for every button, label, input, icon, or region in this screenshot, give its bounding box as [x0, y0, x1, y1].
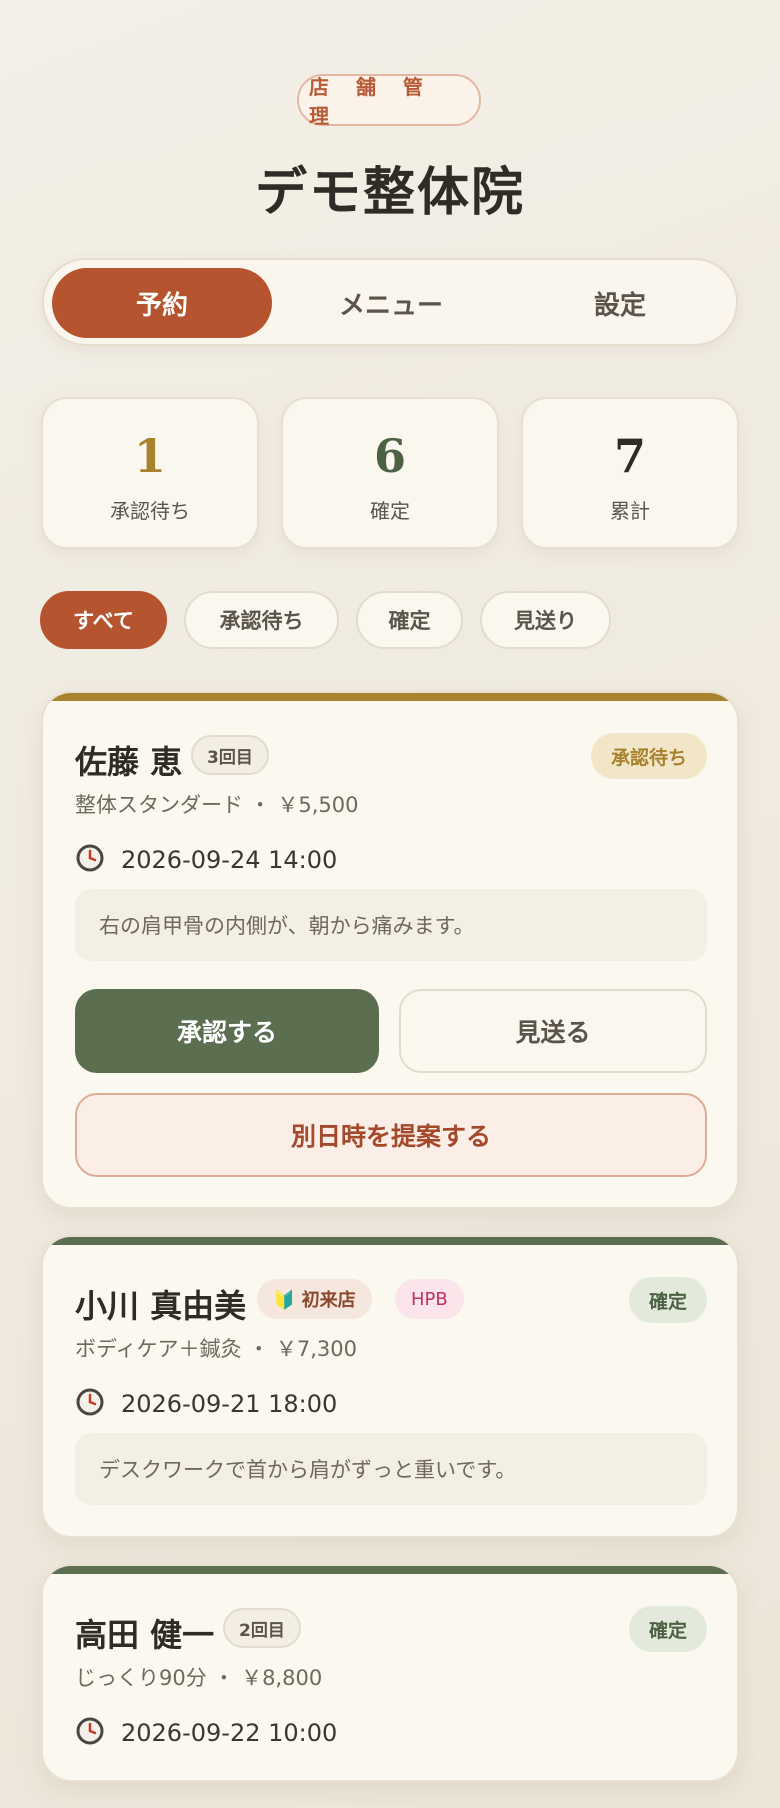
- customer-name: 小川 真由美: [75, 1287, 247, 1325]
- stat-total-value: 7: [613, 429, 646, 483]
- confirmed-status-bar: [43, 1237, 737, 1245]
- reservation-datetime: 2026-09-22 10:00: [75, 1716, 337, 1750]
- tab-settings[interactable]: 設定: [510, 268, 730, 338]
- pending-status-bar: [43, 693, 737, 701]
- reservation-datetime: 2026-09-21 18:00: [75, 1387, 337, 1421]
- service-and-price: ボディケア＋鍼灸 ・ ￥7,300: [75, 1337, 357, 1361]
- reservation-card: 佐藤 恵 3回目 承認待ち 整体スタンダード ・ ￥5,500 2026-09-…: [41, 691, 739, 1209]
- customer-note: デスクワークで首から肩がずっと重いです。: [75, 1433, 707, 1505]
- filter-pending[interactable]: 承認待ち: [184, 591, 339, 649]
- stat-total-label: 累計: [610, 499, 650, 523]
- approve-button[interactable]: 承認する: [75, 989, 379, 1073]
- page-title: デモ整体院: [254, 162, 525, 223]
- customer-note: 右の肩甲骨の内側が、朝から痛みます。: [75, 889, 707, 961]
- clock-icon: [75, 843, 105, 877]
- main-tabs: 予約 メニュー 設定: [42, 258, 738, 346]
- propose-other-time-button[interactable]: 別日時を提案する: [75, 1093, 707, 1177]
- first-visit-tag: 🔰 初来店: [257, 1279, 372, 1319]
- filter-all[interactable]: すべて: [40, 591, 167, 649]
- reservation-datetime: 2026-09-24 14:00: [75, 843, 337, 877]
- visit-count-badge: 3回目: [191, 735, 269, 775]
- status-badge: 確定: [628, 1606, 707, 1652]
- datetime-text: 2026-09-21 18:00: [121, 1390, 338, 1418]
- stat-confirmed: 6 確定: [281, 397, 499, 549]
- confirmed-status-bar: [43, 1566, 737, 1574]
- datetime-text: 2026-09-24 14:00: [121, 846, 338, 874]
- stat-total: 7 累計: [521, 397, 739, 549]
- store-admin-badge: 店 舗 管 理: [297, 74, 481, 128]
- visit-count-badge: 2回目: [223, 1608, 301, 1648]
- clock-icon: [75, 1716, 105, 1750]
- filter-confirmed[interactable]: 確定: [356, 591, 463, 649]
- stat-pending: 1 承認待ち: [41, 397, 259, 549]
- stat-confirmed-label: 確定: [370, 499, 410, 523]
- tab-reservations[interactable]: 予約: [52, 268, 272, 338]
- app-root: 店 舗 管 理 デモ整体院 予約 メニュー 設定 1 承認待ち 6 確定 7 累…: [0, 0, 780, 1808]
- clock-icon: [75, 1387, 105, 1421]
- stat-pending-value: 1: [133, 429, 166, 483]
- customer-name: 高田 健一: [75, 1616, 215, 1654]
- service-and-price: 整体スタンダード ・ ￥5,500: [75, 793, 359, 817]
- tab-menu[interactable]: メニュー: [281, 268, 501, 338]
- hpb-tag: HPB: [395, 1279, 464, 1319]
- customer-name: 佐藤 恵: [75, 743, 183, 781]
- status-badge: 確定: [628, 1277, 707, 1323]
- filter-declined[interactable]: 見送り: [480, 591, 611, 649]
- datetime-text: 2026-09-22 10:00: [121, 1719, 338, 1747]
- stat-confirmed-value: 6: [373, 429, 406, 483]
- decline-button[interactable]: 見送る: [399, 989, 707, 1073]
- stat-pending-label: 承認待ち: [110, 499, 190, 523]
- status-badge: 承認待ち: [590, 733, 707, 779]
- reservation-card: 小川 真由美 🔰 初来店 HPB 確定 ボディケア＋鍼灸 ・ ￥7,300 20…: [41, 1235, 739, 1538]
- service-and-price: じっくり90分 ・ ￥8,800: [75, 1666, 323, 1690]
- reservation-card: 高田 健一 2回目 確定 じっくり90分 ・ ￥8,800 2026-09-22…: [41, 1564, 739, 1782]
